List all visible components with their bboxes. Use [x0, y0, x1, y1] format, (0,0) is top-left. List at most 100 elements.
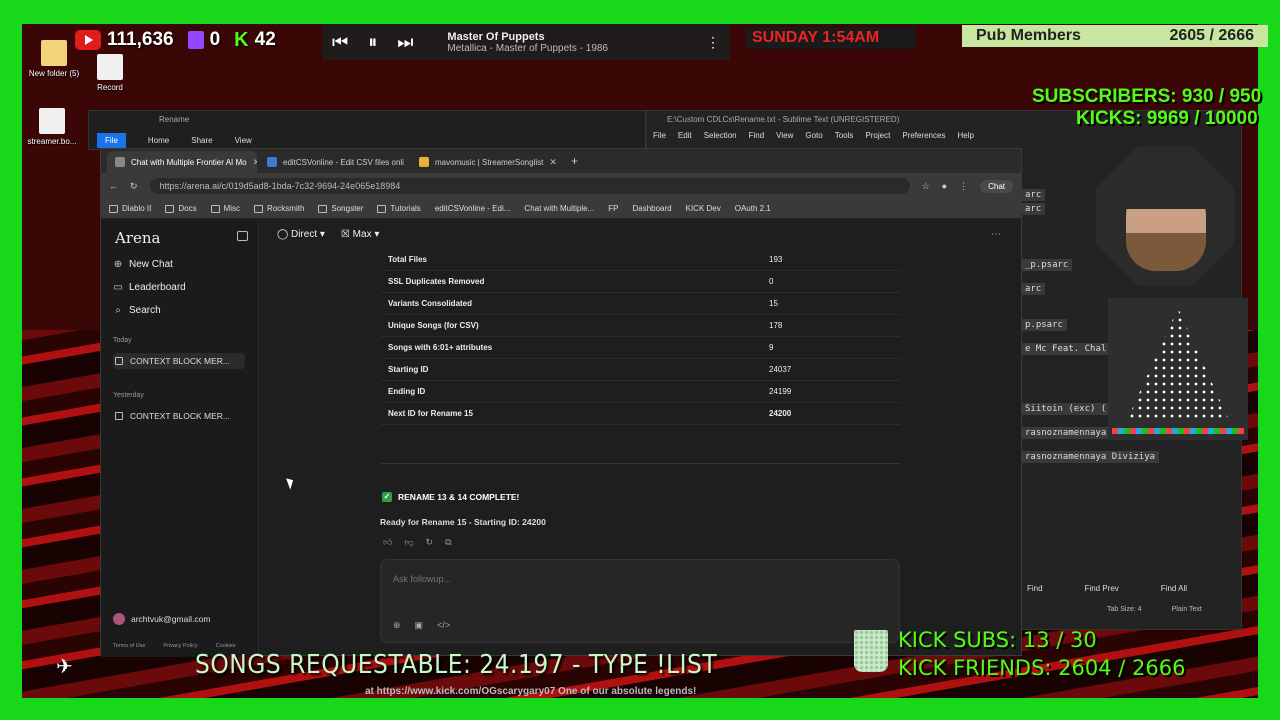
file-icon: [97, 54, 123, 80]
tab-size-status[interactable]: Tab Size: 4: [1107, 606, 1142, 613]
sublime-status-bar: Tab Size: 4 Plain Text: [1107, 606, 1202, 613]
history-item-yesterday[interactable]: CONTEXT BLOCK MER...: [115, 411, 247, 421]
thumbs-down-icon[interactable]: 👎︎: [404, 537, 413, 548]
pub-members-value: 2605 / 2666: [1169, 27, 1254, 44]
code-line: rasnoznamennaya: [1021, 427, 1111, 439]
browser-tab-songlist[interactable]: mavomusic | StreamerSonglist ✕: [411, 151, 561, 173]
table-row: SSL Duplicates Removed 0: [381, 271, 901, 293]
bookmark-tutorials[interactable]: Tutorials: [377, 204, 421, 213]
browser-tab-editcsv[interactable]: editCSVonline - Edit CSV files onli ✕: [259, 151, 409, 173]
code-line: arc: [1021, 283, 1046, 295]
regenerate-icon[interactable]: ↻: [426, 537, 434, 548]
menu-tools[interactable]: Tools: [835, 131, 854, 140]
find-prev-button[interactable]: Find Prev: [1085, 584, 1119, 593]
table-row: Unique Songs (for CSV) 178: [381, 315, 901, 337]
menu-dots-icon[interactable]: ⋮: [959, 181, 968, 192]
copy-icon[interactable]: ⧉: [445, 537, 451, 548]
new-tab-icon[interactable]: +: [571, 154, 578, 168]
previous-icon[interactable]: ⏮: [332, 32, 348, 53]
url-field[interactable]: https://arena.ai/c/019d5ad8-1bda-7c32-96…: [149, 178, 910, 194]
next-icon[interactable]: ⏭: [397, 32, 413, 53]
menu-help[interactable]: Help: [957, 131, 973, 140]
reload-icon[interactable]: ↻: [130, 181, 138, 192]
globe-icon[interactable]: ⊕: [393, 620, 401, 631]
menu-goto[interactable]: Goto: [805, 131, 822, 140]
bookmark-label: Chat with Multiple...: [524, 204, 595, 213]
more-options-icon[interactable]: ⋯: [991, 229, 1001, 240]
menu-edit[interactable]: Edit: [678, 131, 692, 140]
menu-project[interactable]: Project: [865, 131, 890, 140]
explorer-tab-view[interactable]: View: [235, 136, 252, 145]
image-icon[interactable]: ▣: [415, 620, 424, 631]
bookmark-label: Rocksmith: [267, 204, 305, 213]
privacy-link[interactable]: Privacy Policy: [163, 643, 197, 649]
search-button[interactable]: ⌕ Search: [113, 305, 161, 316]
tab-favicon: [267, 157, 277, 167]
tab-strip: Chat with Multiple Frontier AI Mo ✕ edit…: [101, 149, 1021, 173]
kick-icon: K: [234, 28, 249, 51]
file-explorer-window[interactable]: Rename File Home Share View: [88, 110, 646, 150]
completion-heading: ✓ RENAME 13 & 14 COMPLETE!: [382, 492, 519, 502]
profile-icon[interactable]: ●: [942, 181, 947, 191]
code-icon[interactable]: </>: [437, 620, 450, 631]
new-chat-button[interactable]: ⊕ New Chat: [113, 259, 173, 270]
menu-view[interactable]: View: [776, 131, 793, 140]
composer-tools: ⊕ ▣ </>: [393, 620, 450, 631]
explorer-tab-share[interactable]: Share: [191, 136, 212, 145]
bookmark-oauth[interactable]: OAuth 2.1: [735, 204, 771, 213]
bookmark-rocksmith[interactable]: Rocksmith: [254, 204, 304, 213]
menu-selection[interactable]: Selection: [704, 131, 737, 140]
user-email: archtvuk@gmail.com: [131, 614, 211, 624]
desktop-icon-record[interactable]: Record: [80, 54, 140, 92]
bookmark-editcsv[interactable]: editCSVonline - Edi...: [435, 204, 511, 213]
arena-logo[interactable]: Arena: [115, 229, 160, 247]
media-menu-icon[interactable]: ⋮: [706, 34, 720, 51]
row-value: 193: [769, 255, 783, 264]
browser-window[interactable]: Chat with Multiple Frontier AI Mo ✕ edit…: [100, 148, 1022, 657]
bookmark-chat[interactable]: Chat with Multiple...: [524, 204, 594, 213]
back-icon[interactable]: ←: [109, 181, 118, 191]
find-button[interactable]: Find: [1027, 584, 1043, 593]
find-all-button[interactable]: Find All: [1161, 584, 1187, 593]
desktop-icon-streamer-bot[interactable]: streamer.bo...: [22, 108, 82, 146]
kick-stat: K 42: [234, 29, 276, 52]
tab-favicon: [115, 157, 125, 167]
bookmark-misc[interactable]: Misc: [210, 204, 240, 213]
bookmark-kick-dev[interactable]: KICK Dev: [686, 204, 721, 213]
thumbs-up-icon[interactable]: 👍︎: [383, 537, 392, 548]
bookmark-docs[interactable]: Docs: [165, 204, 197, 213]
terms-link[interactable]: Terms of Use: [113, 643, 145, 649]
mode-selector[interactable]: ◯ Direct ▾: [277, 229, 325, 240]
history-label: CONTEXT BLOCK MER...: [130, 356, 230, 366]
browser-tab-arena[interactable]: Chat with Multiple Frontier AI Mo ✕: [107, 151, 257, 173]
sidebar-toggle-icon[interactable]: [237, 231, 248, 241]
section-today: Today: [113, 337, 132, 344]
code-line: arc: [1021, 189, 1046, 201]
followup-input[interactable]: [393, 574, 873, 584]
folder-icon: [41, 40, 67, 66]
syntax-status[interactable]: Plain Text: [1172, 606, 1202, 613]
menu-preferences[interactable]: Preferences: [902, 131, 945, 140]
close-icon[interactable]: ✕: [549, 157, 557, 168]
explorer-tab-home[interactable]: Home: [148, 136, 169, 145]
bookmark-fp[interactable]: FP: [608, 204, 618, 213]
close-icon[interactable]: ✕: [253, 157, 257, 168]
bookmark-diablo[interactable]: Diablo II: [109, 204, 151, 213]
bookmark-songster[interactable]: Songster: [318, 204, 363, 213]
bookmark-label: Diablo II: [122, 204, 152, 213]
check-icon: ✓: [382, 492, 392, 502]
menu-find[interactable]: Find: [749, 131, 765, 140]
bookmark-label: Tutorials: [390, 204, 421, 213]
user-menu[interactable]: archtvuk@gmail.com: [113, 613, 210, 625]
desktop-icon-label: Record: [97, 83, 123, 92]
bookmark-dashboard[interactable]: Dashboard: [632, 204, 671, 213]
leaderboard-button[interactable]: ▭ Leaderboard: [113, 282, 185, 293]
star-icon[interactable]: ☆: [922, 181, 930, 192]
chat-button[interactable]: Chat: [980, 179, 1013, 193]
explorer-tab-file[interactable]: File: [97, 132, 126, 148]
model-selector[interactable]: ☒ Max ▾: [341, 229, 379, 240]
pause-icon[interactable]: ⏸: [368, 32, 377, 53]
menu-file[interactable]: File: [653, 131, 666, 140]
cookies-link[interactable]: Cookies: [216, 643, 236, 649]
history-item-today[interactable]: CONTEXT BLOCK MER...: [113, 353, 245, 369]
